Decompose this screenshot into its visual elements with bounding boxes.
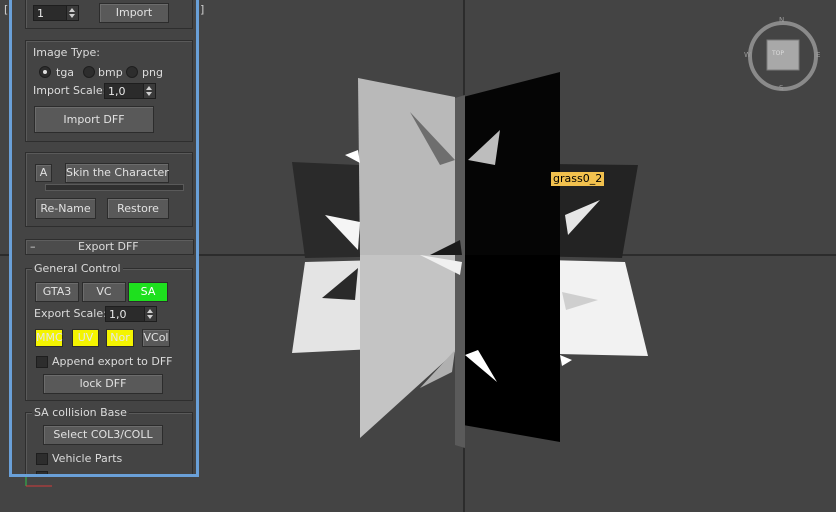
radio-png-label: png	[142, 66, 163, 79]
viewport-label-right-bracket[interactable]: ]	[200, 3, 204, 16]
append-export-checkbox[interactable]	[36, 356, 48, 368]
grass-mesh	[292, 72, 648, 448]
spinner-arrows-icon[interactable]	[144, 307, 156, 321]
spinner-arrows-icon[interactable]	[143, 84, 155, 98]
next-option-checkbox[interactable]	[36, 471, 48, 474]
import-scale-spinner[interactable]: 1,0	[104, 83, 156, 99]
sa-button[interactable]: SA	[128, 282, 168, 302]
viewcube[interactable]: TOP N S W E	[744, 16, 821, 94]
export-scale-spinner[interactable]: 1,0	[105, 306, 157, 322]
export-scale-value: 1,0	[109, 308, 127, 321]
object-name-label: grass0_2	[551, 172, 605, 186]
append-export-label: Append export to DFF	[52, 355, 173, 368]
skin-character-button[interactable]: Skin the Character	[65, 163, 169, 183]
gta3-button[interactable]: GTA3	[35, 282, 79, 302]
radio-png[interactable]	[126, 66, 138, 78]
general-control-title: General Control	[32, 262, 123, 275]
compass-east: E	[816, 51, 821, 59]
import-dff-button[interactable]: Import DFF	[34, 106, 154, 133]
image-type-label: Image Type:	[33, 46, 100, 59]
vehicle-parts-label: Vehicle Parts	[52, 452, 123, 465]
export-scale-label: Export Scale:	[34, 307, 107, 320]
count-spinner[interactable]: 1	[33, 5, 79, 21]
radio-bmp[interactable]	[83, 66, 95, 78]
sa-collision-title: SA collision Base	[32, 406, 129, 419]
import-button[interactable]: Import	[99, 3, 169, 23]
count-spinner-value: 1	[37, 7, 44, 20]
vc-button[interactable]: VC	[82, 282, 126, 302]
import-scale-label: Import Scale:	[33, 84, 107, 97]
radio-tga[interactable]	[39, 66, 51, 78]
spinner-arrows-icon[interactable]	[66, 6, 78, 20]
export-dff-rollout-header[interactable]: – Export DFF	[25, 239, 194, 255]
rollout-collapse-icon[interactable]: –	[30, 240, 36, 253]
restore-button[interactable]: Restore	[107, 198, 169, 219]
viewcube-top-face[interactable]: TOP	[772, 50, 784, 57]
compass-south: S	[779, 84, 784, 92]
compass-north: N	[779, 16, 785, 24]
vehicle-parts-checkbox[interactable]	[36, 453, 48, 465]
a-button[interactable]: A	[35, 164, 52, 182]
vcol-button[interactable]: VCol	[142, 329, 170, 347]
script-rollout-panel: 1 Import Image Type: tga bmp png Import …	[9, 0, 199, 477]
compass-west: W	[744, 51, 751, 59]
panel-scrollbar[interactable]	[197, 125, 199, 474]
radio-bmp-label: bmp	[98, 66, 123, 79]
viewport-label-left-bracket[interactable]: [	[4, 3, 8, 16]
select-col-button[interactable]: Select COL3/COLL	[43, 425, 163, 445]
skin-progress-bar	[45, 184, 184, 191]
import-scale-value: 1,0	[108, 85, 126, 98]
uv-button[interactable]: UV	[72, 329, 99, 347]
export-dff-title: Export DFF	[78, 240, 139, 253]
lock-dff-button[interactable]: lock DFF	[43, 374, 163, 394]
rename-button[interactable]: Re-Name	[35, 198, 96, 219]
mmc-button[interactable]: MMC	[35, 329, 63, 347]
radio-tga-label: tga	[56, 66, 75, 79]
nor-button[interactable]: Nor	[106, 329, 134, 347]
